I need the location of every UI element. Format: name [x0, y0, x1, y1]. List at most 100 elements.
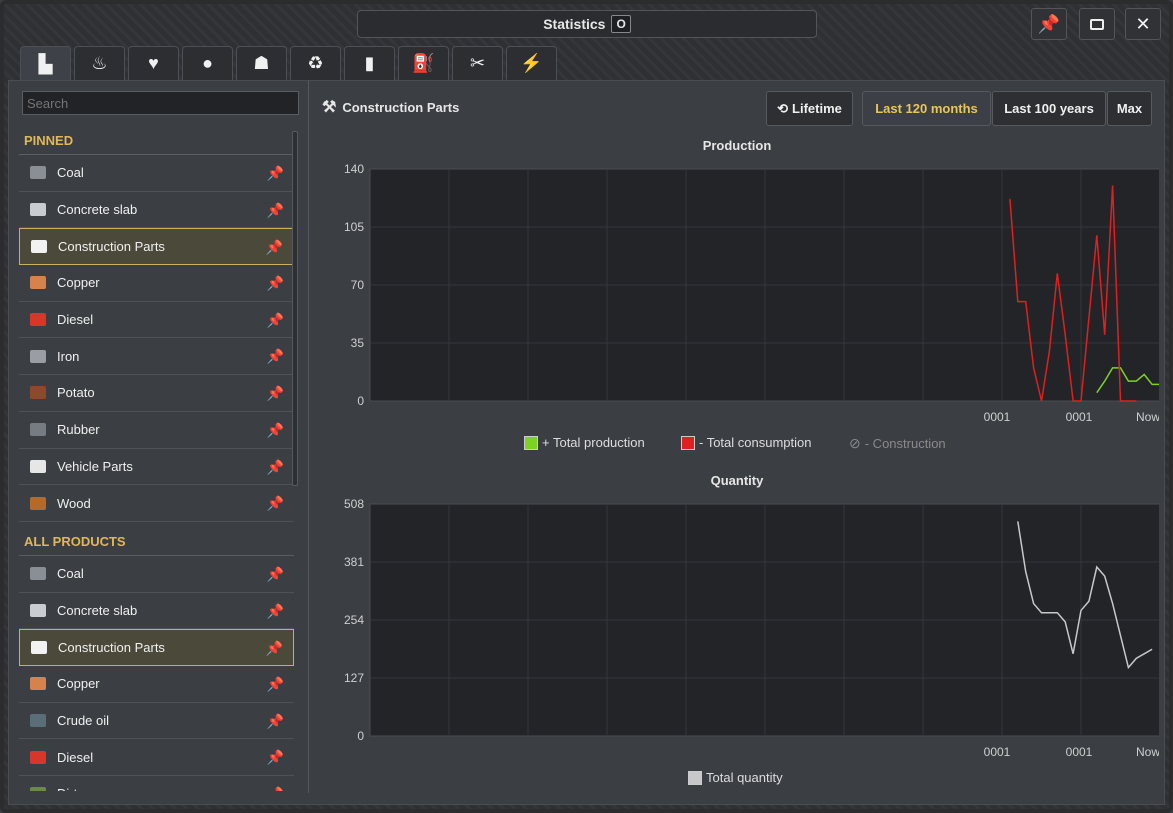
- production-chart-title: Production: [702, 138, 772, 153]
- tab-electricity[interactable]: ⚡: [506, 46, 557, 80]
- pin-icon[interactable]: 📌: [267, 385, 284, 402]
- tab-maintenance[interactable]: ✂: [452, 46, 503, 80]
- list-item[interactable]: Coal 📌: [19, 556, 294, 593]
- list-item-label: Construction Parts: [58, 640, 165, 656]
- quantity-y-tick-label: 127: [344, 671, 364, 685]
- wood-icon: [27, 494, 49, 512]
- maintenance-icon: ✂: [469, 53, 486, 73]
- pin-icon[interactable]: 📌: [267, 459, 284, 476]
- pin-icon[interactable]: 📌: [266, 239, 283, 256]
- list-item-label: Potato: [57, 385, 95, 401]
- max-button[interactable]: Max: [1107, 91, 1152, 126]
- pin-icon[interactable]: 📌: [267, 676, 284, 693]
- list-item[interactable]: Coal 📌: [19, 155, 294, 192]
- list-item-label: Wood: [57, 495, 91, 511]
- last-100-years-button[interactable]: Last 100 years: [992, 91, 1106, 126]
- category-tabs: ▙ ♨ ♥ ● ☗ ♻ ▮ ⛽ ✂ ⚡: [20, 46, 557, 82]
- quantity-x-tick-label: 0001: [984, 745, 1011, 759]
- list-item-label: Iron: [57, 348, 80, 364]
- pin-icon[interactable]: 📌: [267, 275, 284, 292]
- list-item[interactable]: Diesel 📌: [19, 739, 294, 776]
- pin-icon[interactable]: 📌: [267, 312, 284, 329]
- list-item[interactable]: Potato 📌: [19, 375, 294, 412]
- potato-icon: [27, 384, 49, 402]
- list-item[interactable]: Construction Parts 📌: [19, 629, 294, 666]
- list-item-label: Rubber: [57, 422, 100, 438]
- list-item[interactable]: Dirt 📌: [19, 776, 294, 791]
- diesel-icon: [27, 311, 49, 329]
- tab-worker[interactable]: ☗: [236, 46, 287, 80]
- consumption-swatch: [681, 435, 695, 450]
- population-icon: ●: [202, 53, 213, 73]
- list-item[interactable]: Vehicle Parts 📌: [19, 449, 294, 486]
- pin-icon[interactable]: 📌: [267, 202, 284, 219]
- tab-fuel[interactable]: ⛽: [398, 46, 449, 80]
- list-item[interactable]: Diesel 📌: [19, 302, 294, 339]
- legend-total-consumption[interactable]: - Total consumption: [681, 435, 812, 450]
- tab-food-bowl[interactable]: ♨: [74, 46, 125, 80]
- tab-recycling[interactable]: ♻: [290, 46, 341, 80]
- food-bowl-icon: ♨: [91, 53, 108, 73]
- list-item[interactable]: Copper 📌: [19, 265, 294, 302]
- diesel-icon: [27, 748, 49, 766]
- last-100-years-label: Last 100 years: [1004, 101, 1094, 116]
- all-products-header: ALL PRODUCTS: [19, 522, 294, 556]
- production-y-tick-label: 35: [351, 336, 365, 350]
- tab-factory[interactable]: ▙: [20, 46, 71, 82]
- legend-construction[interactable]: ⊘ - Construction: [849, 435, 946, 452]
- recycling-icon: ♻: [307, 53, 324, 73]
- search-input[interactable]: [22, 91, 299, 115]
- copper-icon: [27, 274, 49, 292]
- pin-icon[interactable]: 📌: [267, 495, 284, 512]
- construction-parts-icon: ⚒: [322, 99, 337, 116]
- quantity-chart-title: Quantity: [710, 473, 764, 488]
- pin-icon[interactable]: 📌: [266, 640, 283, 657]
- pin-window-button[interactable]: 📌: [1031, 8, 1067, 40]
- list-item-label: Diesel: [57, 749, 94, 765]
- list-item-label: Copper: [57, 676, 100, 692]
- factory-icon: ▙: [38, 54, 53, 74]
- maximize-button[interactable]: [1079, 8, 1115, 40]
- last-120-months-button[interactable]: Last 120 months: [862, 91, 991, 126]
- product-sidebar: PINNED Coal 📌 Concrete slab 📌 Construction P…: [19, 121, 294, 791]
- sidebar-scrollbar[interactable]: [292, 131, 298, 486]
- rubber-icon: [27, 421, 49, 439]
- legend-total-production[interactable]: + Total production: [524, 435, 645, 450]
- window-titlebar[interactable]: Statistics O: [357, 10, 817, 38]
- pin-icon[interactable]: 📌: [267, 566, 284, 583]
- pin-icon[interactable]: 📌: [267, 749, 284, 766]
- quantity-swatch: [688, 770, 702, 785]
- lifetime-button[interactable]: ⟲ Lifetime: [766, 91, 853, 126]
- list-item[interactable]: Wood 📌: [19, 485, 294, 522]
- copper-icon: [27, 675, 49, 693]
- pin-icon[interactable]: 📌: [267, 165, 284, 182]
- construction-parts-icon: [28, 238, 50, 256]
- pin-icon[interactable]: 📌: [267, 422, 284, 439]
- list-item-label: Concrete slab: [57, 202, 138, 218]
- pin-icon[interactable]: 📌: [267, 603, 284, 620]
- list-item[interactable]: Construction Parts 📌: [19, 228, 294, 266]
- tab-pollution[interactable]: ▮: [344, 46, 395, 80]
- close-button[interactable]: ✕: [1125, 8, 1161, 40]
- production-x-tick-label: 0001: [1066, 410, 1093, 424]
- list-item[interactable]: Rubber 📌: [19, 412, 294, 449]
- list-item[interactable]: Concrete slab 📌: [19, 593, 294, 630]
- pin-icon[interactable]: 📌: [267, 713, 284, 730]
- panel-divider: [308, 81, 309, 793]
- tab-population[interactable]: ●: [182, 46, 233, 80]
- tab-health-heart[interactable]: ♥: [128, 46, 179, 80]
- list-item[interactable]: Concrete slab 📌: [19, 192, 294, 229]
- main-panel: PINNED Coal📌Concrete slab📌Construction P…: [8, 80, 1165, 805]
- list-item[interactable]: Crude oil 📌: [19, 703, 294, 740]
- product-title-label: Construction Parts: [342, 99, 460, 115]
- pin-icon[interactable]: 📌: [267, 348, 284, 365]
- legend-total-quantity[interactable]: Total quantity: [688, 770, 783, 785]
- dirt-icon: [27, 785, 49, 791]
- construction-parts-icon: [28, 639, 50, 657]
- list-item[interactable]: Iron 📌: [19, 338, 294, 376]
- hidden-eye-icon: ⊘: [849, 435, 861, 451]
- pin-icon[interactable]: 📌: [267, 786, 284, 791]
- lifetime-label: Lifetime: [792, 101, 842, 116]
- list-item[interactable]: Copper 📌: [19, 666, 294, 703]
- legend-quantity-label: Total quantity: [706, 770, 783, 785]
